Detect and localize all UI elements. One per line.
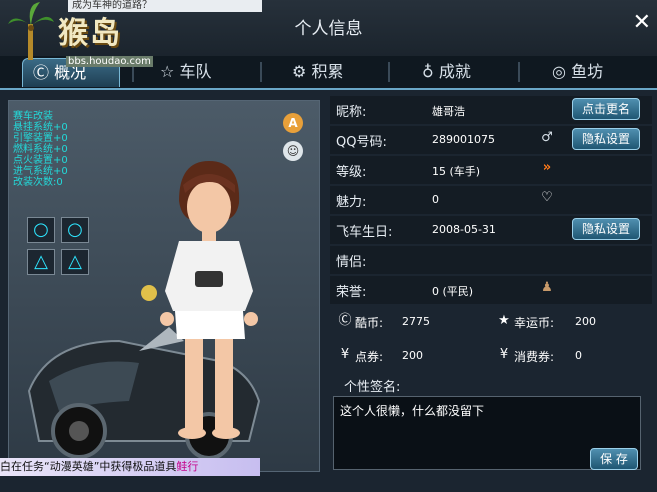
consume-ticket-icon: ¥ (499, 347, 509, 362)
kit-title: 赛车改装 (13, 111, 53, 122)
consume-label: 消费券: (514, 350, 555, 364)
save-button[interactable]: 保 存 (590, 448, 638, 470)
birthday-value: 2008-05-31 (432, 223, 496, 236)
points-label: 点券: (355, 350, 384, 364)
kit-line: 悬挂系统+0 (13, 122, 68, 133)
rank-chevron-icon: » (542, 160, 552, 175)
birthday-label: 飞车生日: (336, 225, 393, 240)
luckycoin-value: 200 (575, 315, 596, 328)
nickname-value: 雄哥浩 (432, 105, 465, 118)
gear-icon: ⚙ (292, 62, 307, 81)
close-icon[interactable]: ✕ (633, 10, 651, 35)
cool-coin-icon: Ⓒ (338, 313, 352, 328)
row-partner: 情侣: (330, 246, 652, 274)
row-level: 等级: 15 (车手) (330, 156, 652, 184)
rename-button[interactable]: 点击更名 (572, 98, 640, 120)
brand-logo: 猴岛 (58, 16, 122, 51)
row-charm: 魅力: 0 (330, 186, 652, 214)
avatar-illustration (27, 161, 261, 460)
qq-value: 289001075 (432, 133, 495, 146)
ticker-highlight: 鲑行 (176, 460, 199, 473)
avatar-a-icon[interactable]: A (283, 113, 303, 133)
lucky-star-icon: ★ (498, 313, 510, 328)
signature-label: 个性签名: (344, 380, 401, 395)
level-label: 等级: (336, 165, 367, 180)
partner-label: 情侣: (336, 255, 367, 270)
tab-divider (518, 62, 520, 82)
charm-label: 魅力: (336, 195, 367, 210)
male-gender-icon: ♂ (541, 130, 553, 145)
signature-text: 这个人很懒，什么都没留下 (340, 404, 485, 418)
points-ticket-icon: ¥ (340, 347, 350, 362)
site-logo: 猴岛 bbs.houdao.com (0, 0, 160, 72)
tab-divider (388, 62, 390, 82)
tab-accumulate[interactable]: ⚙ 积累 (292, 58, 372, 86)
star-icon: ☆ (160, 62, 175, 81)
qq-label: QQ号码: (336, 135, 387, 150)
palm-logo-icon (8, 2, 54, 60)
character-panel: 赛车改装 悬挂系统+0 引擎装置+0 燃料系统+0 点火装置+0 进气系统+0 … (8, 100, 320, 472)
person-rank-icon: ♟ (541, 280, 553, 295)
privacy-settings-button[interactable]: 隐私设置 (572, 218, 640, 240)
ticker-text: 白在任务“动漫英雄”中获得极品道具 (0, 460, 177, 473)
coolcoin-value: 2775 (402, 315, 430, 328)
charm-value: 0 (432, 193, 439, 206)
tab-team[interactable]: ☆ 车队 (160, 58, 250, 86)
fish-icon: ◎ (552, 62, 566, 81)
tab-fish-shop[interactable]: ◎ 鱼坊 (552, 58, 632, 86)
consume-value: 0 (575, 349, 582, 362)
nickname-label: 昵称: (336, 105, 367, 120)
honor-value: 0 (平民) (432, 285, 474, 298)
brand-url: bbs.houdao.com (66, 56, 153, 67)
medal-icon: ♁ (422, 62, 434, 81)
row-honor: 荣誉: 0 (平民) (330, 276, 652, 304)
tab-achievement[interactable]: ♁ 成就 (422, 58, 502, 86)
news-ticker: 白在任务“动漫英雄”中获得极品道具鲑行 (0, 458, 260, 476)
tab-divider (260, 62, 262, 82)
coolcoin-label: 酷币: (355, 316, 384, 330)
points-value: 200 (402, 349, 423, 362)
honor-label: 荣誉: (336, 285, 367, 300)
luckycoin-label: 幸运币: (514, 316, 555, 330)
privacy-settings-button[interactable]: 隐私设置 (572, 128, 640, 150)
heart-icon: ♡ (541, 190, 553, 205)
level-value: 15 (车手) (432, 165, 481, 178)
